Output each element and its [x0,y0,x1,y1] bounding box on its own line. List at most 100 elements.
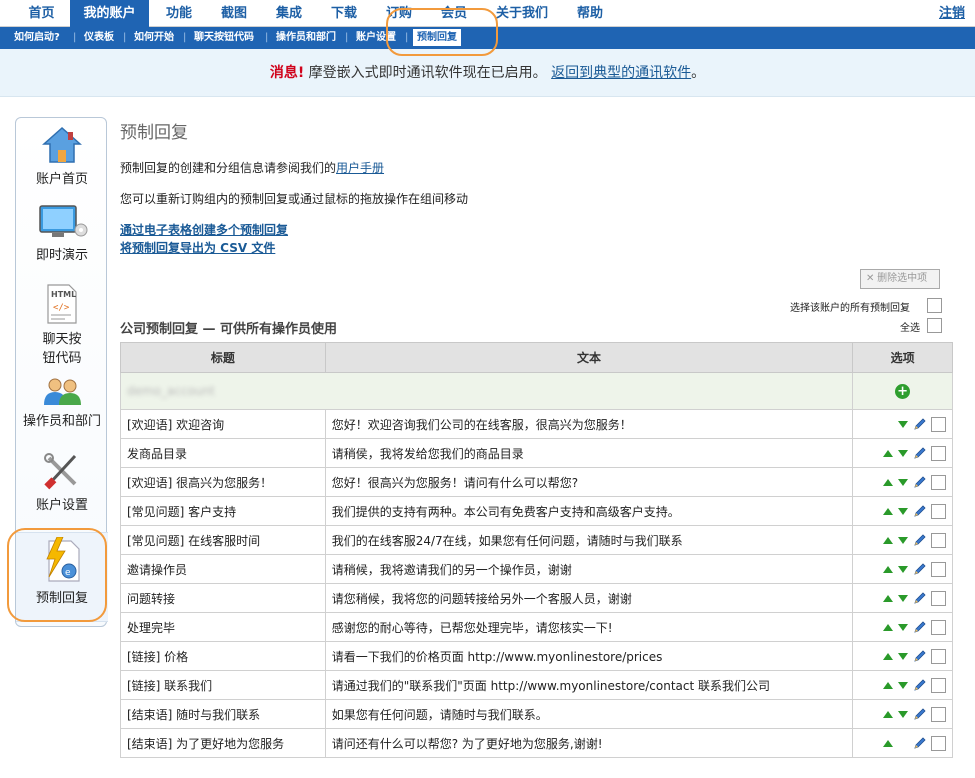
subnav-separator: | [345,32,349,43]
logout-link[interactable]: 注销 [939,0,965,27]
arrow-up-icon[interactable] [883,449,893,457]
pencil-icon[interactable] [913,417,927,431]
arrow-down-icon[interactable] [898,710,908,718]
sidebar-item-chat-button-code[interactable]: HTML </> 聊天按 钮代码 [16,284,108,366]
pencil-icon[interactable] [913,504,927,518]
pencil-icon[interactable] [913,707,927,721]
nav-members[interactable]: 会员 [427,0,481,27]
sidebar-item-operators[interactable]: 操作员和部门 [16,376,108,429]
arrow-up-icon[interactable] [883,478,893,486]
row-checkbox[interactable] [931,619,946,635]
row-checkbox[interactable] [931,416,946,432]
row-checkbox[interactable] [931,706,946,722]
arrow-up-icon[interactable] [883,710,893,718]
nav-help[interactable]: 帮助 [563,0,617,27]
table-row: [链接] 联系我们 请通过我们的"联系我们"页面 http://www.myonl… [120,670,953,700]
nav-screenshots[interactable]: 截图 [207,0,261,27]
row-checkbox[interactable] [931,474,946,490]
subnav-account-settings[interactable]: 账户设置 [356,27,396,49]
pencil-icon[interactable] [913,562,927,576]
subnav-chat-button-code[interactable]: 聊天按钮代码 [194,27,254,49]
row-checkbox[interactable] [931,561,946,577]
pencil-icon[interactable] [913,620,927,634]
drag-info-text: 您可以重新订购组内的预制回复或通过鼠标的拖放操作在组间移动 [120,192,469,206]
row-options [852,728,953,758]
select-all-checkbox[interactable] [927,318,942,333]
sidebar-item-canned-replies[interactable]: e 预制回复 [16,532,108,622]
select-account-all-checkbox[interactable] [927,298,942,313]
nav-order[interactable]: 订购 [372,0,426,27]
row-checkbox[interactable] [931,648,946,664]
arrow-down-icon[interactable] [898,565,908,573]
row-text: 请您稍候，我将您的问题转接给另外一个客服人员，谢谢 [324,583,854,613]
table-row: 处理完毕 感谢您的耐心等待，已帮您处理完毕，请您核实一下! [120,612,953,642]
arrow-down-icon[interactable] [898,420,908,428]
nav-my-account[interactable]: 我的账户 [70,0,149,27]
delete-selected-button[interactable]: ✕ 删除选中项 [860,269,940,289]
arrow-down-icon[interactable] [898,449,908,457]
arrow-down-icon[interactable] [898,652,908,660]
notice-end: 。 [691,65,706,81]
pencil-icon[interactable] [913,736,927,750]
nav-integration[interactable]: 集成 [262,0,316,27]
row-text: 请稍候，我将邀请我们的另一个操作员，谢谢 [324,554,854,584]
subnav-getting-started[interactable]: 如何开始 [134,27,174,49]
spreadsheet-create-link[interactable]: 通过电子表格创建多个预制回复 [120,221,288,238]
row-title: [欢迎语] 欢迎咨询 [120,409,326,439]
row-checkbox[interactable] [931,503,946,519]
sidebar-item-account-settings[interactable]: 账户设置 [16,452,108,513]
arrow-down-icon[interactable] [898,594,908,602]
tools-icon [44,453,77,490]
row-text: 我们的在线客服24/7在线，如果您有任何问题，请随时与我们联系 [324,525,854,555]
arrow-up-icon[interactable] [883,565,893,573]
arrow-up-icon[interactable] [883,739,893,747]
arrow-up-icon[interactable] [883,536,893,544]
row-checkbox[interactable] [931,735,946,751]
pencil-icon[interactable] [913,649,927,663]
arrow-down-icon[interactable] [898,478,908,486]
pencil-icon[interactable] [913,678,927,692]
arrow-down-icon[interactable] [898,536,908,544]
nav-features[interactable]: 功能 [152,0,206,27]
subnav-separator: | [73,32,77,43]
sidebar-label: 账户首页 [35,172,88,187]
select-account-all-label: 选择该账户的所有预制回复 [790,303,910,314]
subnav-canned-replies[interactable]: 预制回复 [413,29,461,46]
row-title: 发商品目录 [120,438,326,468]
row-checkbox[interactable] [931,677,946,693]
arrow-up-icon[interactable] [883,652,893,660]
arrow-up-icon[interactable] [883,594,893,602]
row-text: 请稍侯，我将发给您我们的商品目录 [324,438,854,468]
nav-about[interactable]: 关于我们 [488,0,556,27]
subnav-how-to-launch[interactable]: 如何启动? [14,27,60,49]
export-csv-link[interactable]: 将预制回复导出为 CSV 文件 [120,239,275,256]
row-checkbox[interactable] [931,590,946,606]
arrow-up-icon[interactable] [883,681,893,689]
pencil-icon[interactable] [913,475,927,489]
row-checkbox[interactable] [931,445,946,461]
subnav-operators-departments[interactable]: 操作员和部门 [276,27,336,49]
row-options [852,612,953,642]
table-row: [结束语] 为了更好地为您服务 请问还有什么可以帮您? 为了更好地为您服务,谢谢! [120,728,953,758]
classic-messenger-link[interactable]: 返回到典型的通讯软件 [551,65,691,81]
pencil-icon[interactable] [913,446,927,460]
nav-home[interactable]: 首页 [14,0,69,27]
arrow-up-icon[interactable] [883,507,893,515]
row-text: 您好！很高兴为您服务！请问有什么可以帮您? [324,467,854,497]
arrow-down-icon[interactable] [898,681,908,689]
arrow-up-icon[interactable] [883,623,893,631]
pencil-icon[interactable] [913,591,927,605]
subnav-dashboard[interactable]: 仪表板 [84,27,114,49]
row-options [852,467,953,497]
nav-download[interactable]: 下载 [317,0,371,27]
user-manual-link[interactable]: 用户手册 [336,161,384,175]
plus-icon[interactable]: + [895,383,911,399]
pencil-icon[interactable] [913,533,927,547]
arrow-down-icon[interactable] [898,507,908,515]
arrow-down-icon[interactable] [898,623,908,631]
row-title: [常见问题] 在线客服时间 [120,525,326,555]
notice-text: 摩登嵌入式即时通讯软件现在已启用。 [304,65,547,81]
row-checkbox[interactable] [931,532,946,548]
sidebar-item-account-home[interactable]: 账户首页 [16,126,108,187]
sidebar-item-live-demo[interactable]: 即时演示 [16,204,108,263]
